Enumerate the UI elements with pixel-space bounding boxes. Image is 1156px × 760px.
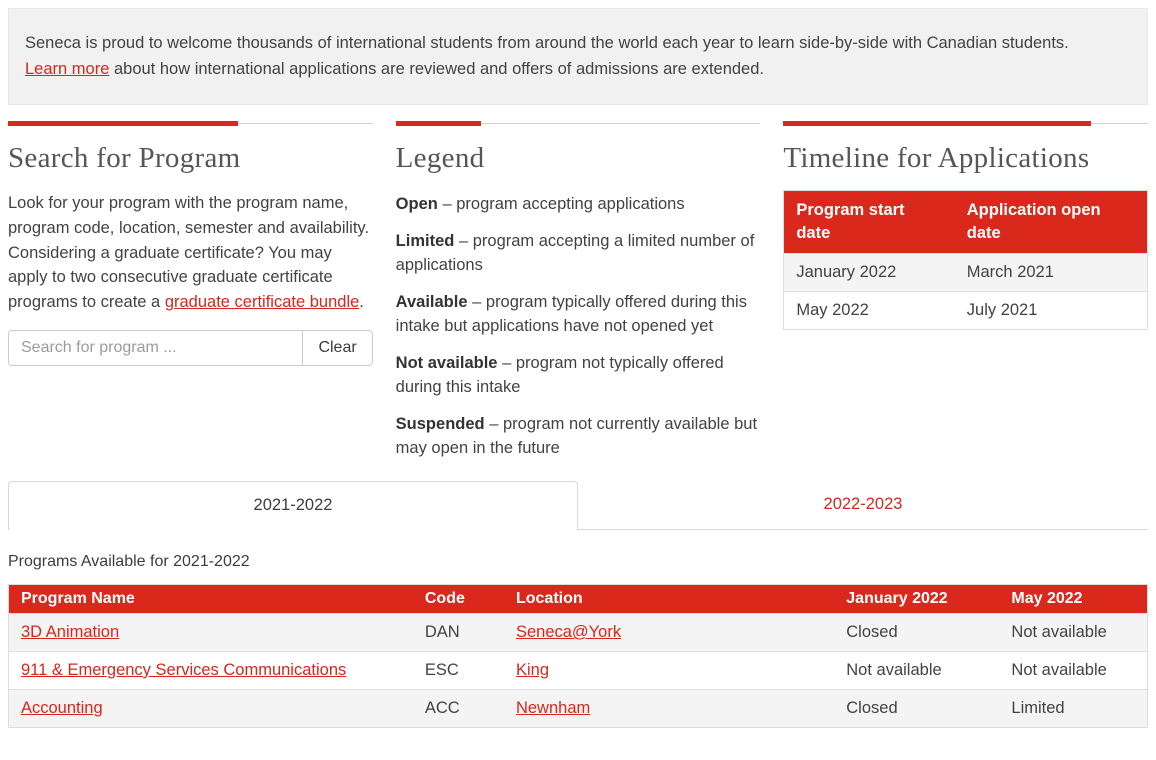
timeline-cell: January 2022 [784, 254, 955, 292]
location-link[interactable]: King [516, 661, 549, 679]
timeline-cell: March 2021 [955, 254, 1148, 292]
search-description-period: . [359, 293, 364, 311]
column-divider [783, 123, 1148, 127]
may-status: Limited [999, 689, 1147, 727]
program-link[interactable]: Accounting [21, 699, 103, 717]
legend-dash: – [472, 293, 481, 311]
legend-heading: Legend [396, 142, 761, 175]
timeline-col-application-open: Application open date [955, 191, 1148, 254]
red-accent-bar [783, 121, 1091, 126]
banner-text-line2: about how international applications are… [109, 60, 764, 78]
may-status: Not available [999, 613, 1147, 651]
location-link[interactable]: Newnham [516, 699, 590, 717]
program-link[interactable]: 3D Animation [21, 623, 119, 641]
timeline-cell: May 2022 [784, 292, 955, 330]
legend-desc: program accepting applications [456, 195, 684, 213]
program-search-input[interactable] [8, 330, 302, 366]
legend-term: Not available [396, 354, 498, 372]
search-description: Look for your program with the program n… [8, 191, 373, 315]
legend-term: Suspended [396, 415, 485, 433]
col-january-2022: January 2022 [834, 584, 999, 613]
january-status: Closed [834, 613, 999, 651]
january-status: Not available [834, 651, 999, 689]
legend-term: Limited [396, 232, 455, 250]
location-link[interactable]: Seneca@York [516, 623, 621, 641]
legend-dash: – [489, 415, 498, 433]
programs-header-row: Program Name Code Location January 2022 … [9, 584, 1148, 613]
page-container: Seneca is proud to welcome thousands of … [8, 8, 1148, 728]
legend-column: Legend Open – program accepting applicat… [396, 118, 761, 473]
legend-term: Open [396, 195, 438, 213]
international-notice-banner: Seneca is proud to welcome thousands of … [8, 8, 1148, 105]
legend-dash: – [442, 195, 451, 213]
legend-item-suspended: Suspended – program not currently availa… [396, 413, 761, 461]
col-may-2022: May 2022 [999, 584, 1147, 613]
program-code: ESC [413, 651, 504, 689]
year-tabs: 2021-2022 2022-2023 [8, 481, 1148, 529]
timeline-row: May 2022 July 2021 [784, 292, 1148, 330]
program-code: DAN [413, 613, 504, 651]
table-row: 911 & Emergency Services Communications … [9, 651, 1148, 689]
col-program-name: Program Name [9, 584, 413, 613]
red-accent-bar [396, 121, 482, 126]
legend-item-not-available: Not available – program not typically of… [396, 352, 761, 400]
tab-2021-2022[interactable]: 2021-2022 [8, 481, 578, 529]
info-columns: Search for Program Look for your program… [8, 118, 1148, 473]
timeline-table: Program start date Application open date… [783, 190, 1148, 330]
legend-item-open: Open – program accepting applications [396, 193, 761, 217]
programs-table: Program Name Code Location January 2022 … [8, 584, 1148, 728]
red-accent-bar [8, 121, 238, 126]
timeline-row: January 2022 March 2021 [784, 254, 1148, 292]
program-code: ACC [413, 689, 504, 727]
learn-more-link[interactable]: Learn more [25, 60, 109, 78]
search-heading: Search for Program [8, 142, 373, 175]
legend-dash: – [502, 354, 511, 372]
legend-term: Available [396, 293, 468, 311]
program-search-group: Clear [8, 330, 373, 366]
table-row: Accounting ACC Newnham Closed Limited [9, 689, 1148, 727]
column-divider [396, 123, 761, 127]
clear-search-button[interactable]: Clear [302, 330, 372, 366]
legend-item-limited: Limited – program accepting a limited nu… [396, 230, 761, 278]
search-column: Search for Program Look for your program… [8, 118, 373, 473]
timeline-header-row: Program start date Application open date [784, 191, 1148, 254]
table-row: 3D Animation DAN Seneca@York Closed Not … [9, 613, 1148, 651]
col-code: Code [413, 584, 504, 613]
program-link[interactable]: 911 & Emergency Services Communications [21, 661, 346, 679]
col-location: Location [504, 584, 834, 613]
timeline-heading: Timeline for Applications [783, 142, 1148, 175]
timeline-col-program-start: Program start date [784, 191, 955, 254]
legend-item-available: Available – program typically offered du… [396, 291, 761, 339]
timeline-column: Timeline for Applications Program start … [783, 118, 1148, 473]
column-divider [8, 123, 373, 127]
timeline-cell: July 2021 [955, 292, 1148, 330]
graduate-certificate-bundle-link[interactable]: graduate certificate bundle [165, 293, 359, 311]
tab-2022-2023[interactable]: 2022-2023 [578, 481, 1148, 528]
may-status: Not available [999, 651, 1147, 689]
banner-text-line1: Seneca is proud to welcome thousands of … [25, 34, 1069, 52]
january-status: Closed [834, 689, 999, 727]
programs-table-caption: Programs Available for 2021-2022 [8, 553, 1148, 571]
legend-dash: – [459, 232, 468, 250]
